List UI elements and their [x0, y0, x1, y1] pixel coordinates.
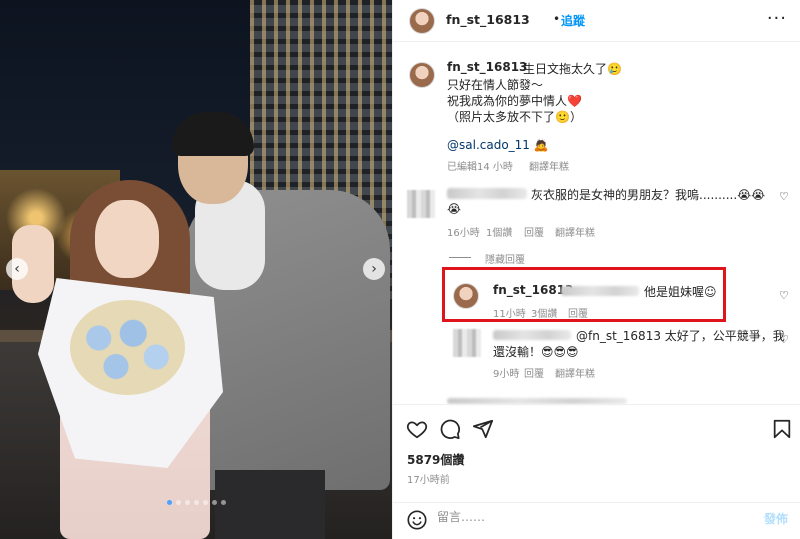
caption-line-1: 生日文拖太久了🥲 — [523, 62, 622, 76]
pagination-dot — [175, 500, 181, 505]
hide-replies-button[interactable]: 隱藏回覆 — [485, 251, 525, 266]
caption-line-2: 只好在情人節發～ — [447, 78, 544, 92]
chevron-left-icon: ‹ — [14, 261, 20, 277]
comment-input[interactable] — [437, 510, 737, 524]
next-photo-button[interactable]: › — [363, 258, 385, 280]
avatar[interactable] — [409, 8, 435, 34]
caption-avatar[interactable] — [409, 62, 435, 88]
comment-avatar-blurred — [407, 190, 435, 218]
reply-second-time: 9小時 — [493, 369, 520, 380]
send-icon[interactable] — [472, 418, 494, 440]
header-separator: • — [553, 12, 561, 26]
comment-likes[interactable]: 1個讚 — [486, 224, 512, 239]
caption-edited-label: 已編輯 — [447, 162, 477, 173]
post-side-panel: fn_st_16813 • 追蹤 ··· fn_st_16813 生日文拖太久了… — [392, 0, 800, 539]
reply-likes[interactable]: 3個讚 — [531, 305, 557, 320]
photo-bouquet-flowers — [70, 300, 185, 395]
comment-text: 灰衣服的是女神的男朋友？我嗚..........😭😭 — [531, 188, 766, 202]
reply-second-like-heart-icon[interactable]: ♡ — [779, 333, 789, 346]
caption-line-3: 祝我成為你的夢中情人❤️ — [447, 94, 582, 108]
smile-icon[interactable] — [406, 509, 428, 531]
previous-photo-button[interactable]: ‹ — [6, 258, 28, 280]
reply-avatar[interactable] — [453, 283, 479, 309]
reply-second-username-blurred — [493, 330, 571, 340]
post-comment-button[interactable]: 發佈 — [764, 510, 788, 527]
heart-icon[interactable] — [406, 418, 428, 440]
comment-username-blurred — [447, 188, 527, 199]
caption-line-4: （照片太多放不下了🙂） — [447, 110, 582, 124]
follow-button[interactable]: 追蹤 — [561, 12, 585, 29]
comment-translate-link[interactable]: 翻譯年糕 — [555, 224, 595, 239]
post-photo[interactable]: ‹ › — [0, 0, 392, 539]
caption-translate-link[interactable]: 翻譯年糕 — [529, 158, 569, 173]
comment-like-heart-icon[interactable]: ♡ — [779, 190, 789, 203]
post-header: fn_st_16813 • 追蹤 ··· — [393, 0, 800, 42]
more-options-icon[interactable]: ··· — [767, 8, 787, 29]
reply-like-heart-icon[interactable]: ♡ — [779, 289, 789, 302]
reply-text: 他是姐妹喔☺ — [644, 285, 717, 299]
reply-second-text: @fn_st_16813 太好了，公平競爭，我 — [576, 329, 785, 343]
photo-woman-face — [95, 200, 159, 278]
pagination-dot — [193, 500, 199, 505]
reply-mention-blurred — [561, 286, 639, 296]
photo-pagination-dots — [0, 500, 392, 505]
likes-count[interactable]: 5879個讚 — [407, 451, 464, 468]
comment-reply-button[interactable]: 回覆 — [524, 224, 544, 239]
reply-reply-button[interactable]: 回覆 — [568, 305, 588, 320]
pagination-dot — [184, 500, 190, 505]
caption-username[interactable]: fn_st_16813 — [447, 60, 527, 74]
header-username[interactable]: fn_st_16813 — [446, 12, 530, 27]
post-time-ago: 17小時前 — [407, 475, 450, 486]
comment-time: 16小時 — [447, 228, 480, 239]
reply-second-avatar-blurred — [453, 329, 481, 357]
caption-time: 14 小時 — [477, 162, 513, 173]
reply-second-translate-link[interactable]: 翻譯年糕 — [555, 365, 595, 380]
caption-mention-link[interactable]: @sal.cado_11 🙇 — [447, 138, 549, 152]
pagination-dot — [220, 500, 226, 505]
reply-second-text-continued: 還沒輸！😎😎😎 — [493, 345, 579, 359]
chevron-right-icon: › — [371, 261, 377, 277]
pagination-dot — [166, 500, 172, 505]
comment-icon[interactable] — [439, 418, 461, 440]
pagination-dot — [202, 500, 208, 505]
bookmark-icon[interactable] — [771, 418, 793, 440]
comment-text-continued: 😭 — [447, 202, 462, 216]
reply-second-reply-button[interactable]: 回覆 — [524, 365, 544, 380]
reply-time: 11小時 — [493, 309, 526, 320]
pagination-dot — [211, 500, 217, 505]
hide-replies-rule — [449, 257, 471, 258]
